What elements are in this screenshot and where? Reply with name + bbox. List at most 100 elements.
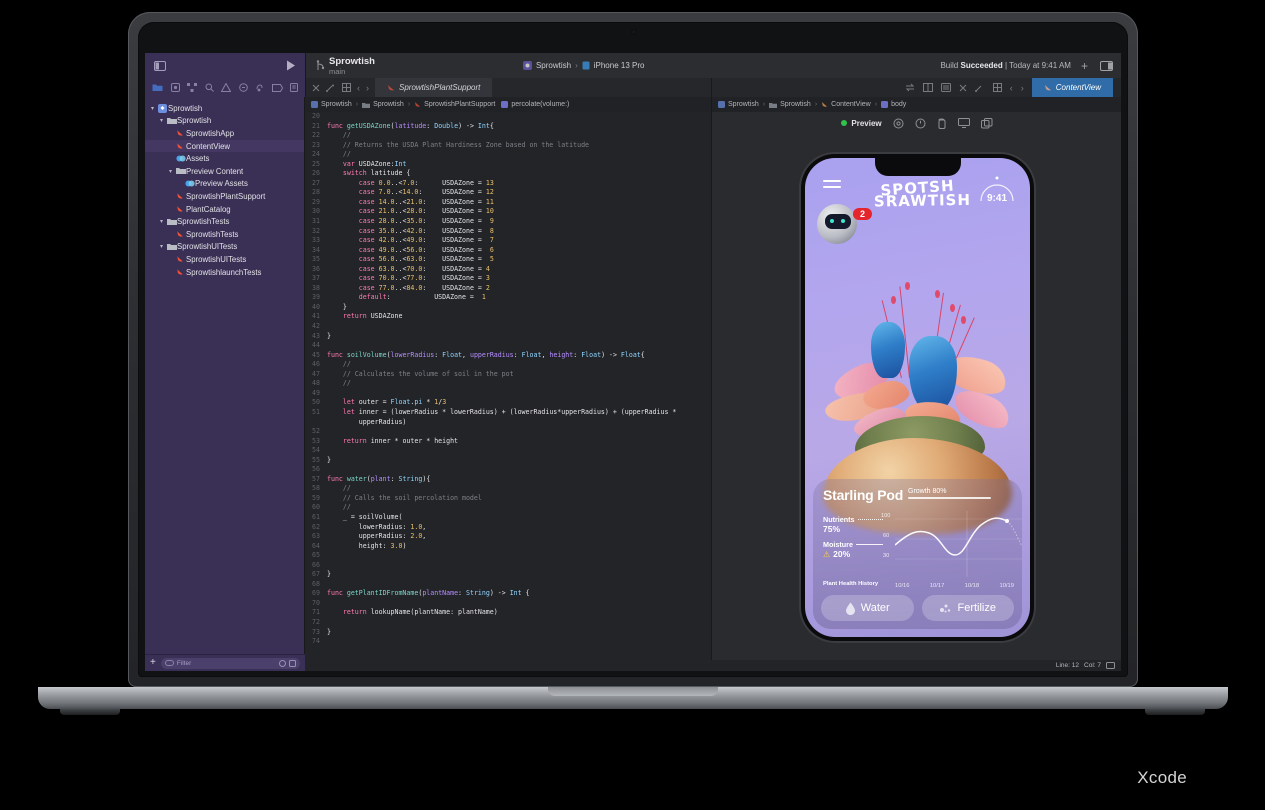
sidebar-item-sprowtish[interactable]: ▾ Sprowtish xyxy=(145,102,304,115)
code-line[interactable]: 55} xyxy=(305,456,711,466)
code-line[interactable]: 61 _ = soilVolume( xyxy=(305,513,711,523)
run-icon[interactable] xyxy=(286,60,296,71)
search-icon[interactable] xyxy=(205,83,214,92)
preview-forward-icon[interactable]: › xyxy=(1021,83,1024,93)
expand-icon[interactable] xyxy=(974,84,985,92)
scheme-selector[interactable]: Sprowtish › iPhone 13 Pro xyxy=(522,61,644,70)
code-line[interactable]: 42 xyxy=(305,322,711,332)
report-icon[interactable] xyxy=(290,83,298,92)
tab-sprowtish-plant-support[interactable]: SprowtishPlantSupport xyxy=(375,78,493,97)
sidebar-item-assets[interactable]: Assets xyxy=(145,152,304,165)
sidebar-item-sprowtishapp[interactable]: SprowtishApp xyxy=(145,127,304,140)
disclosure-chevron-icon[interactable]: ▾ xyxy=(166,168,175,175)
preview-back-icon[interactable]: ‹ xyxy=(1010,83,1013,93)
code-line[interactable]: 57 func water(plant: String){ xyxy=(305,475,711,485)
code-line[interactable]: 64 height: 3.0) xyxy=(305,542,711,552)
split-view-icon[interactable] xyxy=(922,83,933,92)
duplicate-icon[interactable] xyxy=(980,117,993,129)
code-line[interactable]: 28 case 7.0..<14.0: USDAZone = 12 xyxy=(305,188,711,198)
code-line[interactable]: 68 xyxy=(305,580,711,590)
code-line[interactable]: 22 // xyxy=(305,131,711,141)
code-line[interactable]: 51 let inner = (lowerRadius * lowerRadiu… xyxy=(305,408,711,418)
scheme-name[interactable]: Sprowtish xyxy=(536,61,571,70)
code-line[interactable]: 73} xyxy=(305,628,711,638)
code-line[interactable]: 44 xyxy=(305,341,711,351)
related-items-icon[interactable] xyxy=(326,84,336,92)
notification-badge[interactable]: 2 xyxy=(853,208,873,220)
warning-icon[interactable] xyxy=(221,83,231,92)
grid-view-preview-icon[interactable] xyxy=(992,83,1002,92)
code-line[interactable]: 62 lowerRadius: 1.0, xyxy=(305,523,711,533)
breakpoint-icon[interactable] xyxy=(271,83,283,92)
code-line[interactable]: 40 } xyxy=(305,303,711,313)
plus-icon[interactable]: + xyxy=(1081,60,1088,72)
sidebar-item-contentview[interactable]: ContentView xyxy=(145,139,304,153)
code-line[interactable]: 71 return lookupName(plantName: plantNam… xyxy=(305,608,711,618)
code-line[interactable]: 66 xyxy=(305,561,711,571)
sidebar-item-preview-content[interactable]: ▾ Preview Content xyxy=(145,165,304,178)
symbol-hierarchy-icon[interactable] xyxy=(187,83,197,92)
grid-view-icon[interactable] xyxy=(342,83,351,92)
preview-status[interactable]: Preview xyxy=(841,119,882,128)
sidebar-item-sprowtishuitests[interactable]: SprowtishUITests xyxy=(145,253,304,266)
code-line[interactable]: 70 xyxy=(305,599,711,609)
code-line[interactable]: 32 case 35.0..<42.0: USDAZone = 8 xyxy=(305,227,711,237)
code-line[interactable]: 36 case 63.0..<70.0: USDAZone = 4 xyxy=(305,265,711,275)
code-editor[interactable]: 20 21 func getUSDAZone(latitude: Double) -… xyxy=(305,112,711,660)
filter-input[interactable]: Filter xyxy=(160,657,300,669)
breadcrumb-item[interactable]: Sprowtish xyxy=(321,101,352,108)
code-line[interactable]: 26 switch latitude { xyxy=(305,169,711,179)
code-line[interactable]: 69 func getPlantIDFromName(plantName: Str… xyxy=(305,589,711,599)
sidebar-item-preview-assets[interactable]: Preview Assets xyxy=(145,178,304,191)
debug-icon[interactable] xyxy=(255,83,264,92)
hamburger-icon[interactable] xyxy=(823,180,841,192)
code-line[interactable]: 20 xyxy=(305,112,711,122)
code-line[interactable]: 72 xyxy=(305,618,711,628)
preview-canvas[interactable]: 9:41 SPOTSH SRAWTISH 2 Starling Pod Grow… xyxy=(712,134,1121,660)
code-content[interactable]: 20 21 func getUSDAZone(latitude: Double) -… xyxy=(305,112,711,647)
sidebar-item-sprowtishplantsupport[interactable]: SprowtishPlantSupport xyxy=(145,190,304,203)
close-preview-icon[interactable] xyxy=(959,84,967,92)
code-line[interactable]: 21 func getUSDAZone(latitude: Double) -> … xyxy=(305,122,711,132)
breadcrumb-item[interactable]: Sprowtish xyxy=(728,101,759,108)
code-line[interactable]: 60 // xyxy=(305,503,711,513)
disclosure-chevron-icon[interactable]: ▾ xyxy=(157,243,166,250)
code-line[interactable]: 30 case 21.0..<28.0: USDAZone = 10 xyxy=(305,207,711,217)
code-line[interactable]: 59 // Calls the soil percolation model xyxy=(305,494,711,504)
code-line[interactable]: 50 let outer = Float.pi * 1/3 xyxy=(305,398,711,408)
breadcrumb-item[interactable]: SprowtishPlantSupport xyxy=(424,101,495,108)
tab-content-view[interactable]: ContentView xyxy=(1031,78,1113,97)
back-icon[interactable]: ‹ xyxy=(357,83,360,93)
canvas-toggle-icon[interactable] xyxy=(940,83,951,92)
folder-icon[interactable] xyxy=(152,83,163,92)
breadcrumb-item[interactable]: Sprowtish xyxy=(780,101,811,108)
breadcrumb-item[interactable]: Sprowtish xyxy=(373,101,404,108)
sidebar-item-plantcatalog[interactable]: PlantCatalog xyxy=(145,203,304,216)
sidebar-item-sprowtishuitests[interactable]: ▾ SprowtishUITests xyxy=(145,241,304,254)
sidebar-item-sprowtishtests[interactable]: SprowtishTests xyxy=(145,228,304,241)
code-line[interactable]: 27 case 0.0..<7.0: USDAZone = 13 xyxy=(305,179,711,189)
fertilize-button[interactable]: Fertilize xyxy=(921,595,1014,621)
device-settings-icon[interactable] xyxy=(915,118,926,129)
code-line[interactable]: 23 // Returns the USDA Plant Hardiness Z… xyxy=(305,141,711,151)
code-line[interactable]: 46 // xyxy=(305,360,711,370)
code-line[interactable]: 49 xyxy=(305,389,711,399)
code-line[interactable]: 67} xyxy=(305,570,711,580)
code-line[interactable]: 39 default: USDAZone = 1 xyxy=(305,293,711,303)
code-line[interactable]: 54 xyxy=(305,446,711,456)
code-line[interactable]: 63 upperRadius: 2.0, xyxy=(305,532,711,542)
sidebar-item-sprowtishtests[interactable]: ▾ SprowtishTests xyxy=(145,215,304,228)
code-line[interactable]: 74 xyxy=(305,637,711,647)
layout-toggle-icon[interactable] xyxy=(1099,60,1113,71)
breadcrumb-item[interactable]: percolate(volume:) xyxy=(511,101,569,108)
disclosure-chevron-icon[interactable]: ▾ xyxy=(157,117,166,124)
disclosure-chevron-icon[interactable]: ▾ xyxy=(148,105,157,112)
test-icon[interactable] xyxy=(238,83,248,92)
code-line[interactable]: 37 case 70.0..<77.0: USDAZone = 3 xyxy=(305,274,711,284)
water-button[interactable]: Water xyxy=(821,595,914,621)
source-control-filter-icon[interactable] xyxy=(289,659,296,667)
inspect-icon[interactable] xyxy=(893,118,904,129)
code-line[interactable]: 47 // Calculates the volume of soil in t… xyxy=(305,370,711,380)
forward-icon[interactable]: › xyxy=(366,83,369,93)
code-line[interactable]: 65 xyxy=(305,551,711,561)
